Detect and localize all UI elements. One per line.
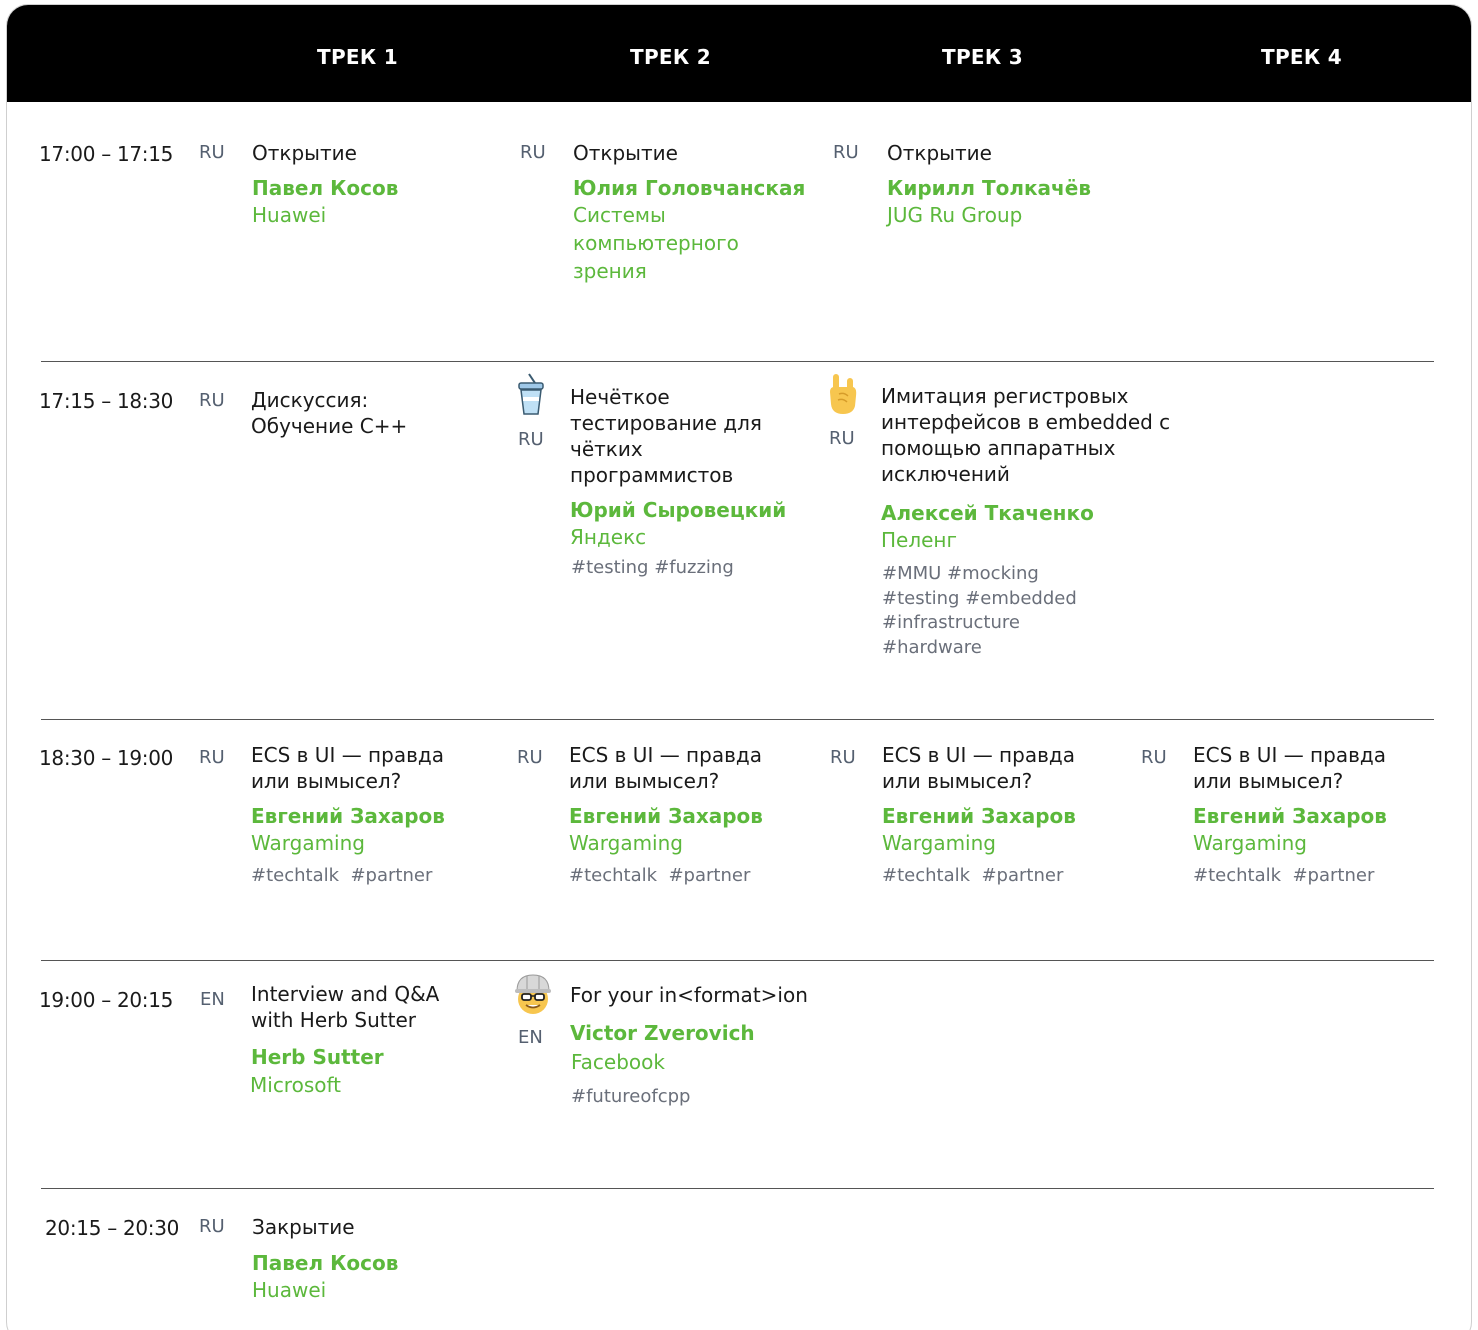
language-badge: RU	[518, 429, 544, 450]
language-badge: RU	[833, 142, 859, 163]
time-slot: 19:00 – 20:15	[39, 988, 174, 1012]
talk-title[interactable]: Нечёткое тестирование для чётких програм…	[570, 384, 770, 488]
speaker-name[interactable]: Павел Косов	[252, 176, 398, 200]
talk-tags: #testing #fuzzing	[571, 557, 734, 578]
row-divider	[41, 719, 1434, 720]
speaker-company: Huawei	[252, 1278, 327, 1302]
talk-tags: #techtalk #partner	[569, 865, 751, 886]
language-badge: RU	[520, 142, 546, 163]
speaker-company: Wargaming	[1193, 831, 1307, 855]
speaker-company: Wargaming	[882, 831, 996, 855]
talk-title[interactable]: Открытие	[252, 140, 492, 166]
language-badge: EN	[200, 989, 225, 1010]
language-badge: EN	[518, 1027, 543, 1048]
talk-title[interactable]: Interview and Q&A with Herb Sutter	[251, 981, 481, 1033]
track-1-header[interactable]: ТРЕК 1	[317, 45, 398, 69]
speaker-name[interactable]: Евгений Захаров	[569, 804, 763, 828]
language-badge: RU	[517, 747, 543, 768]
tracks-header: ТРЕК 1 ТРЕК 2 ТРЕК 3 ТРЕК 4	[7, 5, 1471, 102]
track-2-header[interactable]: ТРЕК 2	[630, 45, 711, 69]
speaker-name[interactable]: Евгений Захаров	[251, 804, 445, 828]
talk-title[interactable]: Открытие	[573, 140, 813, 166]
speaker-name[interactable]: Herb Sutter	[251, 1045, 384, 1069]
rock-hand-icon	[827, 372, 859, 420]
talk-title[interactable]: Дискуссия: Обучение C++	[251, 387, 451, 439]
time-slot: 20:15 – 20:30	[45, 1216, 180, 1240]
speaker-name[interactable]: Павел Косов	[252, 1251, 398, 1275]
speaker-name[interactable]: Кирилл Толкачёв	[887, 176, 1091, 200]
speaker-company: Пеленг	[881, 528, 958, 552]
talk-title[interactable]: ECS в UI — правда или вымысел?	[251, 742, 481, 794]
speaker-name[interactable]: Евгений Захаров	[1193, 804, 1387, 828]
language-badge: RU	[199, 142, 225, 163]
speaker-company: JUG Ru Group	[887, 203, 1023, 227]
language-badge: RU	[199, 747, 225, 768]
speaker-company: Microsoft	[250, 1073, 342, 1097]
language-badge: RU	[829, 428, 855, 449]
track-3-header[interactable]: ТРЕК 3	[942, 45, 1023, 69]
talk-tags: #techtalk #partner	[1193, 865, 1375, 886]
speaker-company: Системы компьютерного зрения	[573, 203, 739, 283]
talk-title[interactable]: ECS в UI — правда или вымысел?	[1193, 742, 1423, 794]
speaker-name[interactable]: Victor Zverovich	[570, 1021, 755, 1045]
talk-tags: #techtalk #partner	[882, 865, 1064, 886]
row-divider	[41, 960, 1434, 961]
language-badge: RU	[1141, 747, 1167, 768]
speaker-company: Wargaming	[251, 831, 365, 855]
time-slot: 18:30 – 19:00	[39, 746, 174, 770]
speaker-company: Wargaming	[569, 831, 683, 855]
talk-tags: #futureofcpp	[571, 1086, 691, 1107]
schedule-table: ТРЕК 1 ТРЕК 2 ТРЕК 3 ТРЕК 4 17:00 – 17:1…	[6, 4, 1472, 1330]
nerd-helmet-icon	[514, 972, 552, 1020]
talk-title[interactable]: ECS в UI — правда или вымысел?	[569, 742, 799, 794]
language-badge: RU	[199, 390, 225, 411]
speaker-company: Facebook	[571, 1050, 665, 1074]
row-divider	[41, 1188, 1434, 1189]
talk-tags: #techtalk #partner	[251, 865, 433, 886]
speaker-name[interactable]: Юлия Головчанская	[573, 176, 805, 200]
speaker-name[interactable]: Алексей Ткаченко	[881, 501, 1094, 525]
talk-title[interactable]: Открытие	[887, 140, 1127, 166]
language-badge: RU	[199, 1216, 225, 1237]
speaker-company: Яндекс	[570, 525, 647, 549]
language-badge: RU	[830, 747, 856, 768]
row-divider	[41, 361, 1434, 362]
talk-title[interactable]: ECS в UI — правда или вымысел?	[882, 742, 1112, 794]
drink-cup-icon	[516, 373, 546, 421]
time-slot: 17:00 – 17:15	[39, 142, 174, 166]
talk-tags: #MMU #mocking #testing #embedded #infras…	[882, 563, 1077, 658]
talk-title[interactable]: Имитация регистровых интерфейсов в embed…	[881, 383, 1191, 487]
talk-title[interactable]: For your in<format>ion	[570, 982, 850, 1008]
time-slot: 17:15 – 18:30	[39, 389, 174, 413]
speaker-company: Huawei	[252, 203, 327, 227]
track-4-header[interactable]: ТРЕК 4	[1261, 45, 1342, 69]
speaker-name[interactable]: Юрий Сыровецкий	[570, 498, 786, 522]
talk-title[interactable]: Закрытие	[252, 1214, 492, 1240]
speaker-name[interactable]: Евгений Захаров	[882, 804, 1076, 828]
